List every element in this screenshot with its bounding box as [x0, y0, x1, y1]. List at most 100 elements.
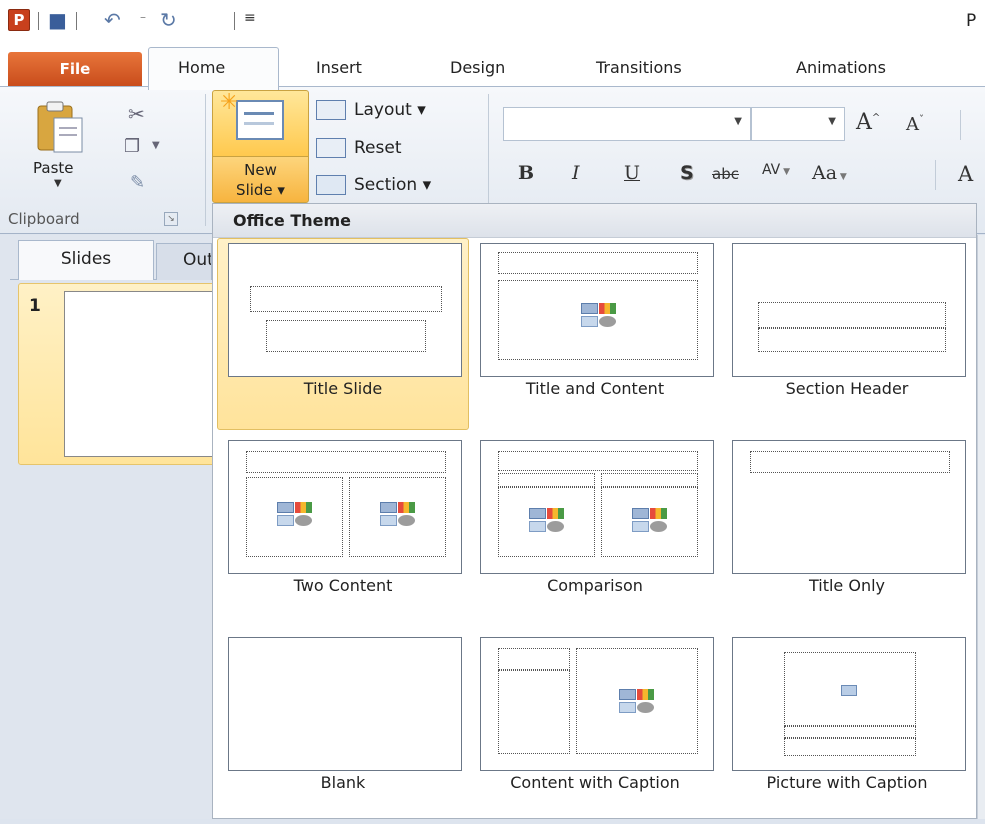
layout-title-slide[interactable]: Title Slide: [217, 238, 469, 430]
section-button[interactable]: Section ▾: [316, 175, 431, 195]
font-name-dropdown[interactable]: ▼: [503, 107, 751, 141]
clipboard-launcher-icon[interactable]: ↘: [164, 212, 178, 226]
copy-icon[interactable]: ❐: [124, 136, 140, 157]
window-title: P: [966, 11, 977, 31]
paste-button[interactable]: Paste: [33, 159, 74, 177]
shrink-font-icon: A: [906, 114, 919, 135]
section-label: Section ▾: [354, 175, 432, 195]
title-placeholder: [498, 451, 698, 471]
layout-label: Comparison: [547, 576, 643, 595]
chevron-down-icon: ▼: [837, 172, 847, 182]
layout-two-content[interactable]: Two Content: [217, 435, 469, 627]
title-placeholder: [498, 648, 570, 670]
customize-toolbar-icon[interactable]: ≡: [244, 10, 256, 26]
cut-icon[interactable]: ✂: [128, 102, 145, 126]
group-separator: [935, 160, 936, 190]
slide-thumbnail[interactable]: [64, 291, 214, 457]
copy-dropdown-icon[interactable]: ▼: [152, 140, 160, 151]
layout-preview: [732, 243, 966, 377]
tab-insert[interactable]: Insert: [316, 58, 362, 77]
font-color-button[interactable]: A: [958, 162, 973, 186]
shadow-button[interactable]: S: [680, 162, 694, 184]
left-content-placeholder: [246, 477, 343, 557]
title-placeholder: [498, 252, 698, 274]
undo-dropdown-icon[interactable]: –: [140, 10, 146, 24]
layout-button[interactable]: Layout ▾: [316, 100, 426, 120]
layout-section-header[interactable]: Section Header: [721, 238, 973, 430]
paste-icon[interactable]: [34, 100, 86, 156]
layout-label: Title and Content: [525, 379, 665, 398]
italic-button[interactable]: I: [572, 162, 580, 184]
right-heading-placeholder: [601, 473, 698, 487]
toolbar-separator: [234, 12, 235, 30]
strikethrough-button[interactable]: abc: [712, 165, 739, 183]
content-insert-icon: [380, 502, 416, 528]
character-spacing-button[interactable]: AV ▼: [762, 162, 790, 178]
group-separator: [960, 110, 961, 140]
title-placeholder: [750, 451, 950, 473]
change-case-button[interactable]: Aa ▼: [812, 162, 847, 184]
layout-label: Layout ▾: [354, 100, 426, 120]
vertical-scrollbar[interactable]: [977, 235, 985, 819]
layout-label: Title Only: [808, 576, 886, 595]
layout-preview: [480, 243, 714, 377]
tab-transitions[interactable]: Transitions: [596, 58, 682, 77]
tab-outline[interactable]: Outline: [156, 243, 212, 280]
layout-label: Two Content: [293, 576, 393, 595]
reset-button[interactable]: Reset: [316, 138, 402, 158]
shrink-font-button[interactable]: Aˇ: [906, 114, 924, 135]
picture-insert-icon: [841, 685, 857, 696]
chevron-down-icon: ▼: [828, 116, 836, 127]
right-content-placeholder: [601, 487, 698, 557]
content-insert-icon: [619, 689, 655, 715]
save-icon[interactable]: ■: [48, 8, 67, 32]
tab-home-label[interactable]: Home: [178, 58, 225, 77]
content-insert-icon: [277, 502, 313, 528]
quick-access-toolbar: P ■ ↶ – ↻ ≡ P: [0, 0, 985, 42]
layout-comparison[interactable]: Comparison: [469, 435, 721, 627]
bold-button[interactable]: B: [518, 162, 534, 184]
gallery-header: Office Theme: [213, 204, 976, 238]
layout-title-and-content[interactable]: Title and Content: [469, 238, 721, 430]
grow-font-button[interactable]: A^: [856, 110, 880, 135]
group-separator: [205, 94, 206, 226]
layout-label: Content with Caption: [510, 773, 680, 792]
tab-slides[interactable]: Slides: [18, 240, 154, 280]
underline-button[interactable]: U: [624, 162, 640, 184]
layout-label: Section Header: [785, 379, 909, 398]
left-heading-placeholder: [498, 473, 595, 487]
slide-number: 1: [29, 296, 41, 316]
paste-dropdown-icon[interactable]: ▼: [54, 178, 62, 189]
content-placeholder: [498, 280, 698, 360]
caption-placeholder: [498, 670, 570, 754]
font-size-dropdown[interactable]: ▼: [751, 107, 845, 141]
layout-content-with-caption[interactable]: Content with Caption: [469, 632, 721, 824]
new-slide-dropdown[interactable]: New Slide ▾: [212, 156, 309, 203]
undo-icon[interactable]: ↶: [104, 8, 121, 32]
redo-icon[interactable]: ↻: [160, 8, 177, 32]
tab-file[interactable]: File: [8, 52, 142, 88]
new-slide-label-line2: Slide ▾: [236, 181, 285, 199]
layout-picture-with-caption[interactable]: Picture with Caption: [721, 632, 973, 824]
layout-title-only[interactable]: Title Only: [721, 435, 973, 627]
tab-animations[interactable]: Animations: [796, 58, 886, 77]
content-insert-icon: [529, 508, 565, 534]
new-slide-label-line1: New: [244, 161, 277, 179]
subtitle-placeholder: [266, 320, 426, 352]
toolbar-separator: [38, 12, 39, 30]
title-placeholder: [758, 302, 946, 328]
powerpoint-logo-icon: P: [8, 9, 30, 31]
layout-label: Blank: [320, 773, 366, 792]
title-placeholder: [250, 286, 442, 312]
tab-design[interactable]: Design: [450, 58, 505, 77]
text-placeholder: [758, 328, 946, 352]
layout-label: Picture with Caption: [766, 773, 928, 792]
format-painter-icon[interactable]: ✎: [130, 172, 145, 193]
layout-blank[interactable]: Blank: [217, 632, 469, 824]
clipboard-group-label: Clipboard: [8, 210, 80, 228]
spacing-icon: AV: [762, 162, 781, 178]
reset-label: Reset: [354, 138, 402, 158]
right-content-placeholder: [349, 477, 446, 557]
reset-icon: [316, 138, 346, 158]
title-placeholder: [784, 726, 916, 738]
